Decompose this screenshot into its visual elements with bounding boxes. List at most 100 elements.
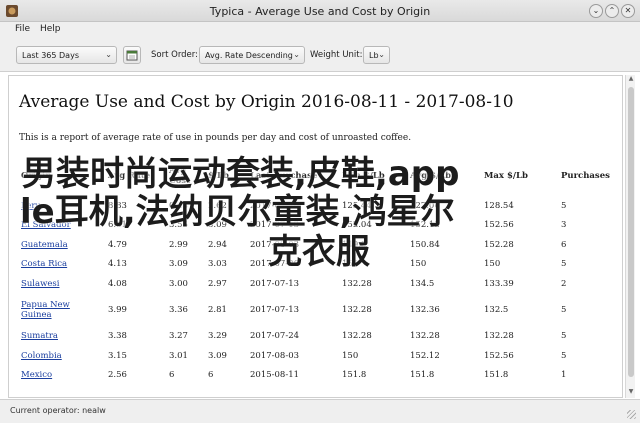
min-cell: 150 [342, 350, 359, 361]
max-cell: 152.28 [484, 239, 514, 250]
close-button[interactable]: ✕ [621, 4, 635, 18]
avg-rate-cell: 4.08 [108, 278, 127, 289]
menu-file[interactable]: File [15, 24, 30, 34]
last-purchase-cell: 2017-07-24 [250, 331, 300, 342]
purchases-cell: 3 [561, 220, 567, 231]
avg-cell: 150.84 [410, 239, 440, 250]
avg-cost-cell: 2.99 [169, 239, 188, 250]
price-lb-cell: 2.97 [208, 278, 227, 289]
purchases-cell: 5 [561, 350, 567, 361]
date-range-value: Last 365 Days [22, 51, 79, 60]
price-lb-cell: 2.81 [208, 305, 227, 315]
scroll-down-icon[interactable]: ▼ [626, 388, 636, 398]
avg-cell: 132.36 [410, 305, 440, 315]
purchases-cell: 2 [561, 278, 567, 289]
column-header-purchases: Purchases [561, 171, 610, 181]
price-lb-cell: 3.09 [208, 350, 227, 361]
avg-cell: 132.28 [410, 331, 440, 342]
weight-unit-label: Weight Unit: [310, 50, 363, 60]
origin-link[interactable]: Sumatra [21, 331, 58, 341]
purchases-cell: 5 [561, 259, 567, 270]
avg-cost-cell: 6 [169, 370, 175, 381]
maximize-button[interactable]: ⌃ [605, 4, 619, 18]
report-title: Average Use and Cost by Origin 2016-08-1… [19, 92, 514, 112]
weight-unit-value: Lb [369, 51, 379, 60]
avg-cost-cell: 3.36 [169, 305, 188, 315]
max-cell: 128.54 [484, 200, 514, 211]
avg-cell: 151.8 [410, 370, 435, 381]
overlay-text-line-3: 克衣服 [268, 232, 370, 272]
max-cell: 132.28 [484, 331, 514, 342]
avg-rate-cell: 4.13 [108, 259, 127, 270]
last-purchase-cell: 2017-07-13 [250, 278, 300, 289]
table-row: Colombia 3.15 3.01 3.09 2017-08-03 150 1… [17, 346, 617, 366]
max-cell: 151.8 [484, 370, 509, 381]
overlay-text-line-2: le耳机,法纳贝尔童装,鸿星尔 [20, 192, 455, 232]
purchases-cell: 5 [561, 331, 567, 342]
calendar-icon [126, 50, 138, 61]
menu-bar: File Help [0, 22, 640, 39]
min-cell: 151.8 [342, 370, 367, 381]
avg-rate-cell: 4.79 [108, 239, 127, 250]
avg-cell: 152.12 [410, 350, 440, 361]
table-row: Papua New Guinea 3.99 3.36 2.81 2017-07-… [17, 294, 617, 327]
origin-link[interactable]: Costa Rica [21, 259, 67, 269]
origin-link[interactable]: Colombia [21, 351, 62, 361]
overlay-text-line-1: 男装时尚运动套装,皮鞋,app [22, 154, 460, 194]
avg-cost-cell: 3.09 [169, 259, 188, 270]
max-cell: 133.39 [484, 278, 514, 289]
status-bar: Current operator: nealw [0, 399, 640, 423]
scrollbar-thumb[interactable] [628, 87, 634, 377]
avg-cell: 150 [410, 259, 427, 270]
last-purchase-cell: 2015-08-11 [250, 370, 300, 381]
avg-cost-cell: 3.00 [169, 278, 188, 289]
min-cell: 132.28 [342, 305, 372, 315]
title-bar: Typica - Average Use and Cost by Origin … [0, 0, 640, 22]
origin-link[interactable]: Guatemala [21, 240, 68, 250]
sort-order-label: Sort Order: [151, 50, 198, 60]
max-cell: 152.56 [484, 350, 514, 361]
weight-unit-select[interactable]: Lb ⌄ [363, 46, 390, 64]
table-row: Sumatra 3.38 3.27 3.29 2017-07-24 132.28… [17, 327, 617, 347]
report-description: This is a report of average rate of use … [19, 133, 412, 143]
chevron-down-icon: ⌄ [378, 50, 385, 59]
origin-link[interactable]: Papua New Guinea [21, 300, 70, 320]
calendar-button[interactable] [123, 46, 141, 64]
avg-rate-cell: 2.56 [108, 370, 127, 381]
menu-help[interactable]: Help [40, 24, 61, 34]
last-purchase-cell: 2017-08-03 [250, 350, 300, 361]
purchases-cell: 6 [561, 239, 567, 250]
chevron-down-icon: ⌄ [293, 50, 300, 59]
max-cell: 150 [484, 259, 501, 270]
table-row: Sulawesi 4.08 3.00 2.97 2017-07-13 132.2… [17, 274, 617, 294]
min-cell: 132.28 [342, 331, 372, 342]
price-lb-cell: 3.29 [208, 331, 227, 342]
date-range-select[interactable]: Last 365 Days ⌄ [16, 46, 117, 64]
minimize-button[interactable]: ⌄ [589, 4, 603, 18]
sort-order-value: Avg. Rate Descending [205, 51, 293, 60]
purchases-cell: 5 [561, 200, 567, 211]
sort-order-select[interactable]: Avg. Rate Descending ⌄ [199, 46, 305, 64]
vertical-scrollbar[interactable]: ▲ ▼ [625, 75, 635, 398]
price-lb-cell: 2.94 [208, 239, 227, 250]
table-row: Mexico 2.56 6 6 2015-08-11 151.8 151.8 1… [17, 366, 617, 386]
avg-rate-cell: 3.15 [108, 350, 127, 361]
avg-cost-cell: 3.01 [169, 350, 188, 361]
max-cell: 132.5 [484, 305, 509, 315]
origin-link[interactable]: Mexico [21, 370, 52, 380]
price-lb-cell: 6 [208, 370, 214, 381]
max-cell: 152.56 [484, 220, 514, 231]
origin-link[interactable]: Sulawesi [21, 279, 59, 289]
avg-cell: 134.5 [410, 278, 435, 289]
scroll-up-icon[interactable]: ▲ [626, 75, 636, 85]
min-cell: 132.28 [342, 278, 372, 289]
chevron-down-icon: ⌄ [105, 50, 112, 59]
avg-rate-cell: 3.99 [108, 305, 127, 315]
last-purchase-cell: 2017-07-13 [250, 305, 300, 315]
resize-grip-icon[interactable] [627, 410, 636, 419]
purchases-cell: 5 [561, 305, 567, 315]
price-lb-cell: 3.03 [208, 259, 227, 270]
status-text: Current operator: nealw [10, 406, 106, 415]
avg-cost-cell: 3.27 [169, 331, 188, 342]
avg-rate-cell: 3.38 [108, 331, 127, 342]
